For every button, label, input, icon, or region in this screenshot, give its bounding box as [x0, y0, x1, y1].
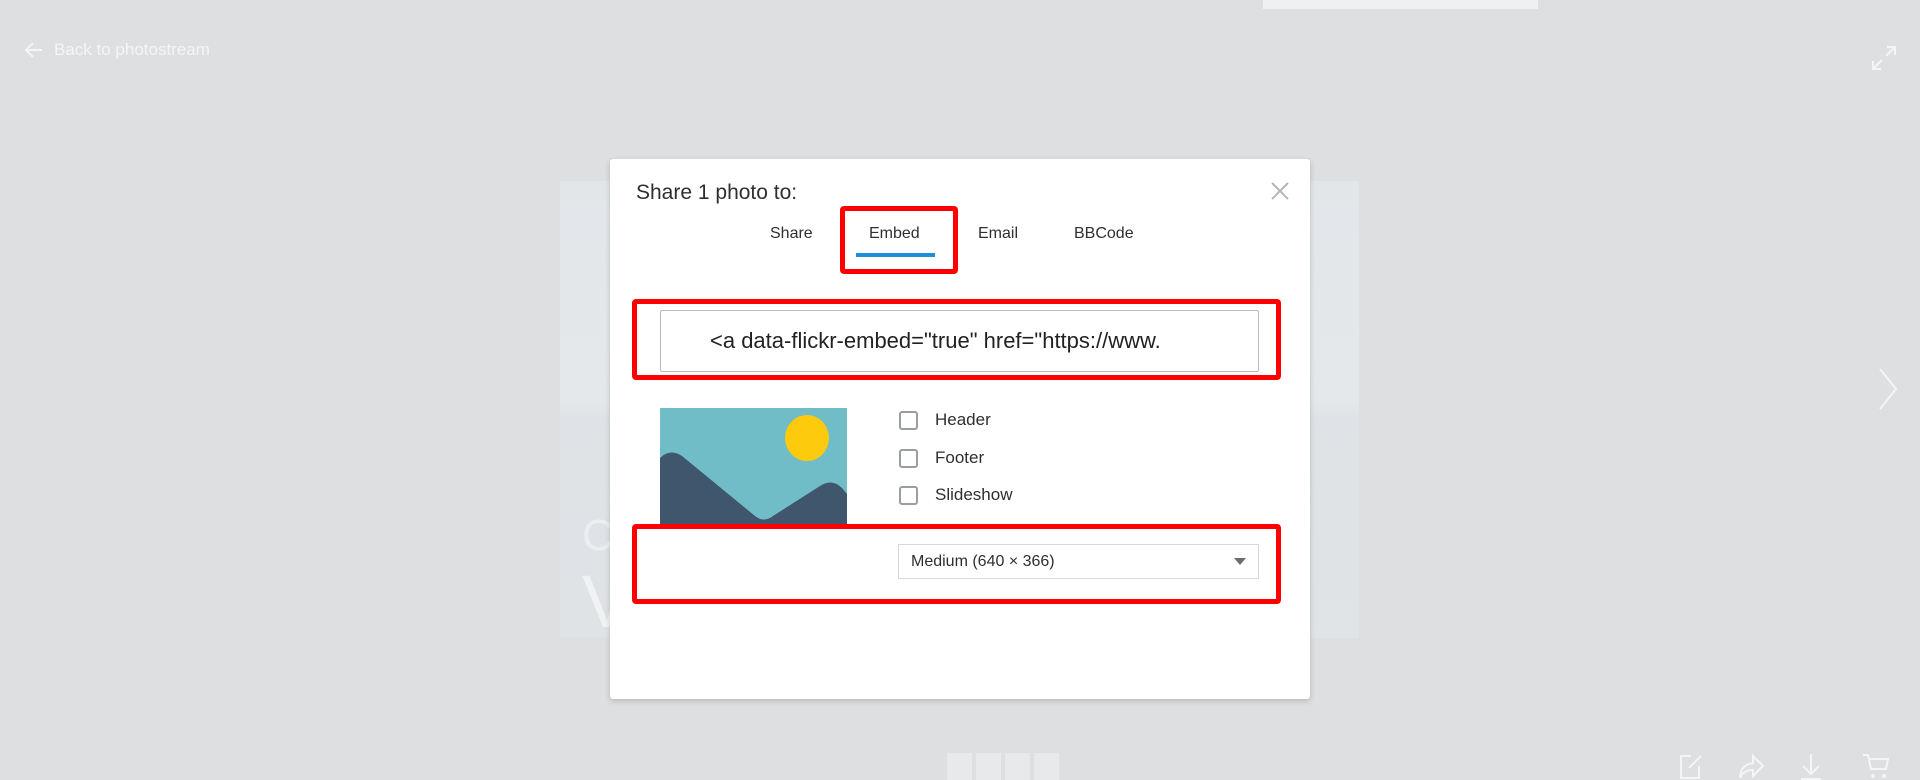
chevron-right-icon[interactable] — [1876, 366, 1900, 412]
footer-checkbox[interactable] — [899, 449, 918, 468]
photo-strip — [947, 753, 1059, 780]
embed-code-input[interactable] — [660, 310, 1259, 372]
caret-down-icon — [1234, 558, 1246, 565]
dialog-title: Share 1 photo to: — [636, 181, 798, 204]
close-icon[interactable] — [1268, 179, 1292, 203]
footer-label: Footer — [935, 448, 985, 467]
tab-bbcode[interactable]: BBCode — [1074, 225, 1134, 243]
back-label: Back to photostream — [54, 40, 210, 59]
tab-share[interactable]: Share — [770, 225, 813, 243]
fullscreen-icon[interactable] — [1870, 44, 1898, 72]
image-placeholder-icon — [660, 408, 847, 524]
header-checkbox[interactable] — [899, 411, 918, 430]
thumbnail[interactable] — [976, 753, 1001, 780]
share-dialog: Share 1 photo to: Share Embed Email BBCo… — [610, 159, 1310, 699]
thumbnail[interactable] — [1005, 753, 1030, 780]
tab-email[interactable]: Email — [978, 225, 1018, 243]
share-icon[interactable] — [1737, 752, 1765, 780]
top-search-box[interactable] — [1263, 0, 1538, 9]
size-select[interactable]: Medium (640 × 366) — [898, 544, 1259, 579]
thumbnail[interactable] — [947, 753, 972, 780]
highlight-box — [840, 206, 958, 274]
size-select-value: Medium (640 × 366) — [911, 552, 1055, 570]
thumbnail[interactable] — [1034, 753, 1059, 780]
download-icon[interactable] — [1797, 752, 1825, 780]
slideshow-label: Slideshow — [935, 485, 1013, 504]
header-label: Header — [935, 410, 991, 429]
edit-icon[interactable] — [1677, 752, 1705, 780]
slideshow-checkbox[interactable] — [899, 486, 918, 505]
cart-icon[interactable] — [1862, 752, 1890, 780]
arrow-left-icon — [24, 42, 42, 58]
back-to-photostream-link[interactable]: Back to photostream — [24, 40, 210, 60]
